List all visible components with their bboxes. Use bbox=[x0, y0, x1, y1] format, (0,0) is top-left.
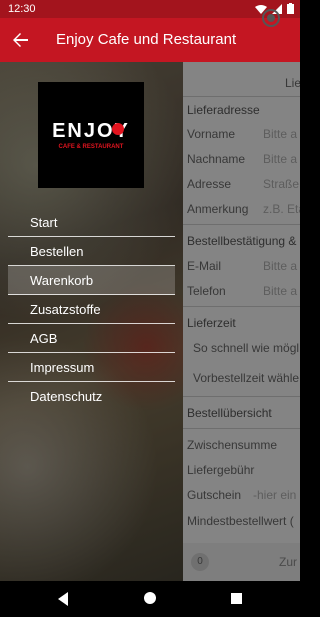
logo-subtitle: CAFE & RESTAURANT bbox=[58, 144, 124, 150]
status-bar: 12:30 bbox=[0, 0, 300, 18]
drawer-item-start[interactable]: Start bbox=[8, 208, 175, 237]
drawer-item-datenschutz[interactable]: Datenschutz bbox=[8, 382, 175, 410]
nav-home-icon[interactable] bbox=[144, 592, 156, 604]
status-time: 12:30 bbox=[8, 3, 36, 15]
navigation-drawer: ENJOY CAFE & RESTAURANT Start Bestellen … bbox=[0, 62, 183, 581]
delivery-radio-button[interactable] bbox=[262, 9, 280, 27]
drawer-item-agb[interactable]: AGB bbox=[8, 324, 175, 353]
drawer-item-zusatzstoffe[interactable]: Zusatzstoffe bbox=[8, 295, 175, 324]
back-arrow-icon[interactable] bbox=[10, 29, 32, 51]
drawer-item-impressum[interactable]: Impressum bbox=[8, 353, 175, 382]
drawer-scrim[interactable] bbox=[183, 62, 300, 581]
drawer-item-warenkorb[interactable]: Warenkorb bbox=[8, 266, 175, 295]
nav-back-icon[interactable] bbox=[58, 592, 68, 606]
nav-recents-icon[interactable] bbox=[231, 593, 242, 604]
logo-brand: ENJOY bbox=[52, 120, 130, 142]
drawer-item-bestellen[interactable]: Bestellen bbox=[8, 237, 175, 266]
system-nav-bar bbox=[0, 581, 300, 617]
app-title: Enjoy Cafe und Restaurant bbox=[56, 31, 237, 48]
enjoy-logo: ENJOY CAFE & RESTAURANT bbox=[38, 82, 144, 188]
drawer-menu: Start Bestellen Warenkorb Zusatzstoffe A… bbox=[8, 208, 175, 410]
app-bar: Enjoy Cafe und Restaurant bbox=[0, 18, 300, 62]
battery-icon bbox=[287, 3, 294, 14]
logo-dot-icon bbox=[112, 123, 124, 135]
